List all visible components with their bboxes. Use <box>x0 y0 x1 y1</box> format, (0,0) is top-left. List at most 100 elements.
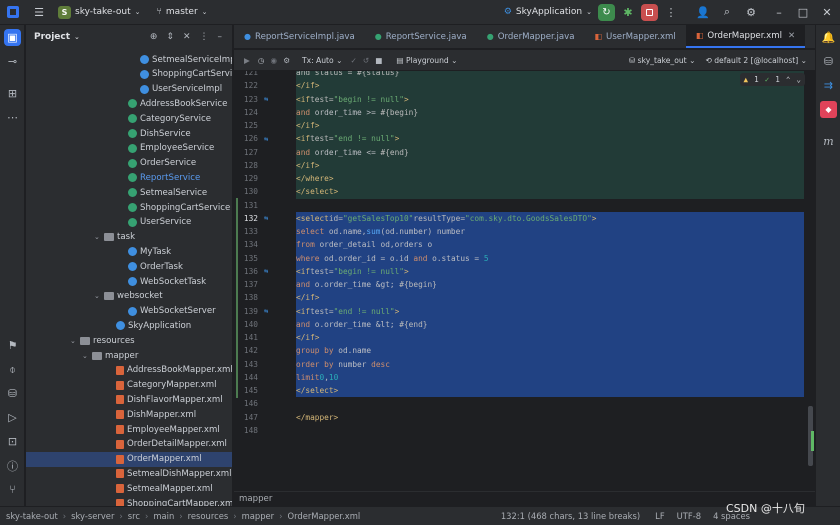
notifications-bell-icon[interactable]: 🔔 <box>820 29 837 46</box>
code-line[interactable]: 129 </where> <box>234 172 804 186</box>
minimize-button[interactable]: – <box>770 3 788 21</box>
code-editor[interactable]: 121 and status = #{status} 122 </if> 123 ⇆ … <box>234 71 815 491</box>
project-panel-title[interactable]: Project <box>34 32 70 42</box>
code-line[interactable]: 144 limit 0, 10 <box>234 370 804 384</box>
tree-item[interactable]: ReportService <box>26 170 232 185</box>
tab-usermapper-xml[interactable]: ◧ UserMapper.xml <box>584 25 685 48</box>
code-line[interactable]: 125 </if> <box>234 119 804 133</box>
code-line[interactable]: 146 <box>234 397 804 410</box>
more-tabs-icon[interactable]: ⋮ <box>805 25 815 48</box>
tree-item[interactable]: ⌄ resources <box>26 333 232 348</box>
path-segment[interactable]: main <box>153 511 174 521</box>
search-icon[interactable]: ⌕ <box>718 3 736 21</box>
code-line[interactable]: 126 ⇆ <if test= "end != null" > <box>234 132 804 146</box>
tree-item[interactable]: SkyApplication <box>26 318 232 333</box>
path-segment[interactable]: sky-server <box>71 511 114 521</box>
mybatis-gutter-icon[interactable]: ⇆ <box>264 267 296 275</box>
path-segment[interactable]: OrderMapper.xml <box>287 511 360 521</box>
code-line[interactable]: 123 ⇆ <if test= "begin != null" > <box>234 92 804 106</box>
path-segment[interactable]: resources <box>188 511 229 521</box>
tree-item[interactable]: SetmealServiceImpl <box>26 52 232 67</box>
code-line[interactable]: 127 and order_time <= #{end} <box>234 145 804 159</box>
settings-gear-icon[interactable]: ⚙ <box>742 3 760 21</box>
rerun-button[interactable]: ↻ <box>598 3 615 21</box>
tree-item[interactable]: DishFlavorMapper.xml <box>26 392 232 407</box>
code-line[interactable]: 130 </select> <box>234 185 804 199</box>
tree-item[interactable]: EmployeeService <box>26 141 232 156</box>
code-line[interactable]: 138 </if> <box>234 291 804 305</box>
code-line[interactable]: 128 </if> <box>234 158 804 172</box>
database-icon[interactable]: ⛁ <box>820 53 837 70</box>
terminal-icon[interactable]: ⊡ <box>4 433 21 450</box>
chevron-down-icon[interactable]: ⌄ <box>82 352 90 360</box>
close-tab-icon[interactable]: ✕ <box>788 31 795 41</box>
tree-item[interactable]: WebSocketTask <box>26 274 232 289</box>
tree-item[interactable]: CategoryService <box>26 111 232 126</box>
tree-item[interactable]: ⌄ task <box>26 230 232 245</box>
mybatis-gutter-icon[interactable]: ⇆ <box>264 95 296 103</box>
settings-icon[interactable]: ⚙ <box>283 56 290 65</box>
expand-all-icon[interactable]: ⇕ <box>166 32 174 42</box>
stop-button[interactable] <box>641 3 658 21</box>
tree-item[interactable]: EmployeeMapper.xml <box>26 422 232 437</box>
main-menu-icon[interactable]: ☰ <box>30 3 48 21</box>
commit-check-icon[interactable]: ✓ <box>350 56 356 65</box>
maven-m-icon[interactable]: m <box>820 133 837 150</box>
tree-item[interactable]: OrderDetailMapper.xml <box>26 437 232 452</box>
code-line[interactable]: 136 ⇆ <if test= "begin != null" > <box>234 264 804 278</box>
tree-item[interactable]: UserServiceImpl <box>26 82 232 97</box>
problems-icon[interactable]: ⓘ <box>4 457 21 474</box>
tree-item[interactable]: ShoppingCartMapper.xml <box>26 496 232 506</box>
run-config-selector[interactable]: ⚙ SkyApplication ⌄ <box>504 7 592 17</box>
close-button[interactable]: ✕ <box>818 3 836 21</box>
tree-item[interactable]: ⌄ websocket <box>26 289 232 304</box>
collapse-all-icon[interactable]: ✕ <box>183 32 191 42</box>
tree-item[interactable]: WebSocketServer <box>26 304 232 319</box>
path-segment[interactable]: mapper <box>242 511 275 521</box>
branch-selector[interactable]: ⑂ master ⌄ <box>157 7 208 17</box>
code-line[interactable]: 139 ⇆ <if test= "end != null" > <box>234 304 804 318</box>
tree-item[interactable]: AddressBookMapper.xml <box>26 363 232 378</box>
mybatis-gutter-icon[interactable]: ⇆ <box>264 135 296 143</box>
code-line[interactable]: 141 </if> <box>234 331 804 345</box>
tree-item[interactable]: OrderService <box>26 156 232 171</box>
tree-item[interactable]: AddressBookService <box>26 96 232 111</box>
code-line[interactable]: 121 and status = #{status} <box>234 71 804 80</box>
tree-item[interactable]: OrderTask <box>26 259 232 274</box>
code-line[interactable]: 124 and order_time >= #{begin} <box>234 105 804 119</box>
code-line[interactable]: 140 and o.order_time &lt; #{end} <box>234 317 804 331</box>
stop-query-icon[interactable]: ◉ <box>270 56 277 65</box>
code-line[interactable]: 133 select od.name, sum (od.number) number <box>234 225 804 239</box>
run-query-icon[interactable]: ▶ <box>244 56 250 65</box>
mybatis-gutter-icon[interactable]: ⇆ <box>264 307 296 315</box>
tree-item[interactable]: DishService <box>26 126 232 141</box>
code-line[interactable]: 135 where od.order_id = o.id and o.statu… <box>234 251 804 265</box>
code-line[interactable]: 145 </select> <box>234 384 804 398</box>
tree-item[interactable]: ShoppingCartService <box>26 200 232 215</box>
maven-icon[interactable]: ⇉ <box>820 77 837 94</box>
structure-icon[interactable]: ⊞ <box>4 85 21 102</box>
code-line[interactable]: 147 </mapper> <box>234 411 804 424</box>
tab-ordermapper-java[interactable]: ● OrderMapper.java <box>477 25 585 48</box>
caret-position[interactable]: 132:1 (468 chars, 13 line breaks) <box>501 511 640 521</box>
rollback-icon[interactable]: ↺ <box>363 56 369 65</box>
code-line[interactable]: 148 <box>234 424 804 437</box>
tree-item[interactable]: ⌄ mapper <box>26 348 232 363</box>
more-tools-icon[interactable]: ⋯ <box>4 109 21 126</box>
datasource-selector[interactable]: ⛁ sky_take_out ⌄ <box>629 56 696 65</box>
stop-square-icon[interactable]: ■ <box>375 56 382 65</box>
tx-mode-selector[interactable]: Tx: Auto ⌄ <box>302 56 343 65</box>
code-line[interactable]: 122 </if> <box>234 79 804 93</box>
debug-button[interactable]: ✱ <box>619 3 637 21</box>
tab-reportservice-java[interactable]: ● ReportService.java <box>365 25 477 48</box>
tree-item[interactable]: SetmealMapper.xml <box>26 481 232 496</box>
options-icon[interactable]: ⋮ <box>200 32 209 42</box>
code-line[interactable]: 131 <box>234 199 804 212</box>
history-icon[interactable]: ◷ <box>258 56 265 65</box>
tree-item[interactable]: SetmealDishMapper.xml <box>26 466 232 481</box>
tree-item[interactable]: ShoppingCartServiceImpl <box>26 67 232 82</box>
plugin-icon[interactable]: ◆ <box>820 101 837 118</box>
playground-selector[interactable]: ▤ Playground ⌄ <box>396 56 457 65</box>
code-line[interactable]: 132 ⇆ <select id= "getSalesTop10" resultTyp… <box>234 211 804 225</box>
tab-reportserviceimpl-java[interactable]: ● ReportServiceImpl.java <box>234 25 365 48</box>
